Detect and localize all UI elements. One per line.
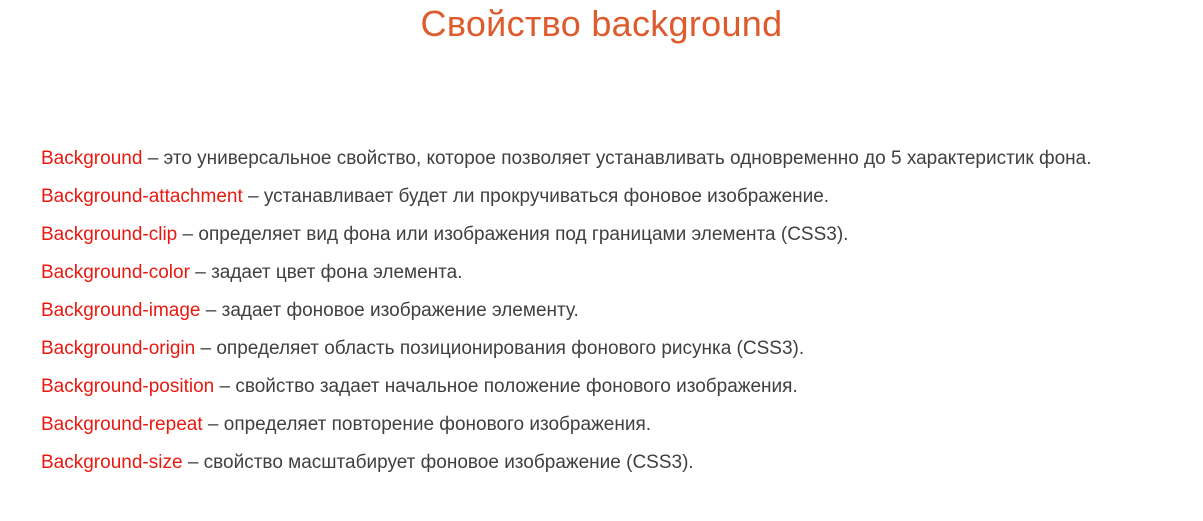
- property-list: Background – это универсальное свойство,…: [41, 142, 1191, 484]
- list-item: Background-repeat – определяет повторени…: [41, 408, 1191, 446]
- property-description: свойство задает начальное положение фоно…: [235, 376, 798, 397]
- list-item: Background-origin – определяет область п…: [41, 332, 1191, 370]
- dash-separator: –: [182, 224, 194, 245]
- dash-separator: –: [187, 452, 199, 473]
- list-item: Background-image – задает фоновое изобра…: [41, 294, 1191, 332]
- property-term: Background-repeat: [41, 414, 203, 435]
- property-term: Background: [41, 148, 143, 169]
- property-term: Background-origin: [41, 338, 196, 359]
- property-description: свойство масштабирует фоновое изображени…: [203, 452, 694, 473]
- list-item: Background-clip – определяет вид фона ил…: [41, 218, 1191, 256]
- slide: Свойство background Background – это уни…: [0, 0, 1203, 521]
- dash-separator: –: [205, 300, 217, 321]
- property-term: Background-color: [41, 262, 190, 283]
- dash-separator: –: [147, 148, 159, 169]
- dash-separator: –: [200, 338, 212, 359]
- dash-separator: –: [219, 376, 231, 397]
- property-term: Background-attachment: [41, 186, 243, 207]
- list-item: Background-position – свойство задает на…: [41, 370, 1191, 408]
- property-description: определяет область позиционирования фоно…: [216, 338, 805, 359]
- property-description: определяет повторение фонового изображен…: [223, 414, 652, 435]
- property-description: определяет вид фона или изображения под …: [198, 224, 849, 245]
- list-item: Background-attachment – устанавливает бу…: [41, 180, 1191, 218]
- dash-separator: –: [207, 414, 219, 435]
- property-description: задает цвет фона элемента.: [211, 262, 463, 283]
- property-description: это универсальное свойство, которое позв…: [163, 148, 1092, 169]
- property-term: Background-image: [41, 300, 201, 321]
- property-term: Background-size: [41, 452, 183, 473]
- dash-separator: –: [248, 186, 259, 207]
- list-item: Background-size – свойство масштабирует …: [41, 446, 1191, 484]
- property-description: устанавливает будет ли прокручиваться фо…: [263, 186, 830, 207]
- property-term: Background-position: [41, 376, 215, 397]
- property-description: задает фоновое изображение элементу.: [221, 300, 579, 321]
- list-item: Background – это универсальное свойство,…: [41, 142, 1191, 180]
- list-item: Background-color – задает цвет фона элем…: [41, 256, 1191, 294]
- property-term: Background-clip: [41, 224, 178, 245]
- slide-title: Свойство background: [420, 3, 783, 44]
- dash-separator: –: [195, 262, 206, 283]
